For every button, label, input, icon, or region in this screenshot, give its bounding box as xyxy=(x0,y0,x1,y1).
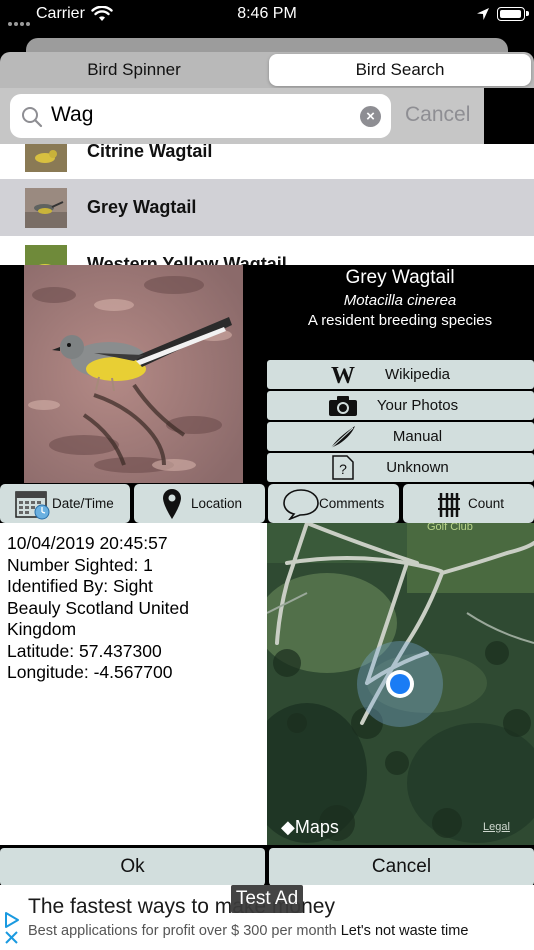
sighting-detail: Grey Wagtail Motacilla cinerea A residen… xyxy=(0,265,534,886)
segment-bird-spinner[interactable]: Bird Spinner xyxy=(2,54,266,86)
tab-count[interactable]: Count xyxy=(403,484,534,523)
list-item-name: Western Yellow Wagtail xyxy=(87,254,287,265)
test-ad-label: Test Ad xyxy=(231,885,303,913)
sighting-place: Beauly Scotland United xyxy=(7,597,189,618)
bird-latin-name: Motacilla cinerea xyxy=(343,292,457,309)
sighting-place-cont: Kingdom xyxy=(7,619,77,639)
location-services-icon xyxy=(477,8,489,20)
status-bar: Carrier 8:46 PM xyxy=(0,0,534,30)
list-item-name: Grey Wagtail xyxy=(87,197,197,217)
calendar-icon xyxy=(15,491,50,520)
sighting-longitude: Longitude: -4.567700 xyxy=(7,662,173,682)
sighting-datetime: 10/04/2019 20:45:57 xyxy=(7,533,168,553)
your-photos-label: Your Photos xyxy=(376,397,459,414)
list-item-selected[interactable]: Grey Wagtail xyxy=(0,179,534,236)
bird-status: A resident breeding species xyxy=(307,312,493,329)
segment-bird-search[interactable]: Bird Search xyxy=(269,54,531,86)
wikipedia-label: Wikipedia xyxy=(384,366,451,383)
screen: Carrier 8:46 PM Bird Spinner Bird Search… xyxy=(0,0,534,950)
bird-common-name: Grey Wagtail xyxy=(345,267,455,288)
clock: 8:46 PM xyxy=(237,5,297,22)
apple-maps-logo: ◆Maps xyxy=(281,817,339,838)
ad-banner[interactable]: The fastest ways to make money Best appl… xyxy=(0,885,534,950)
search-input[interactable]: Wag × xyxy=(10,94,391,138)
sighting-latitude: Latitude: 57.437300 xyxy=(7,640,162,661)
bird-thumbnail xyxy=(25,245,67,265)
search-cancel-button[interactable]: Cancel xyxy=(405,103,470,127)
tab-location-label: Location xyxy=(191,496,243,511)
ad-subtitle-cta: Let's not waste time xyxy=(340,923,469,939)
manual-button[interactable]: Manual xyxy=(267,422,534,451)
segmented-control: Bird Spinner Bird Search xyxy=(0,52,534,88)
tab-comments-label: Comments xyxy=(319,496,385,511)
tab-comments[interactable]: Comments xyxy=(268,484,399,523)
ad-subtitle: Best applications for profit over $ 300 … xyxy=(28,923,468,939)
tab-date-time-label: Date/Time xyxy=(52,496,114,511)
sighting-count: Number Sighted: 1 xyxy=(7,554,153,575)
cancel-button[interactable]: Cancel xyxy=(269,848,534,886)
grey-wagtail-image xyxy=(24,265,243,483)
wikipedia-button[interactable]: W Wikipedia xyxy=(267,360,534,389)
bird-photo[interactable] xyxy=(24,265,243,483)
bird-thumbnail xyxy=(25,144,67,172)
manual-label: Manual xyxy=(392,428,443,445)
search-icon xyxy=(22,107,43,128)
tally-icon xyxy=(438,493,460,517)
your-photos-button[interactable]: Your Photos xyxy=(267,391,534,420)
list-item[interactable]: Western Yellow Wagtail xyxy=(0,236,534,265)
list-item[interactable]: Citrine Wagtail xyxy=(0,144,534,180)
bird-thumbnail xyxy=(25,188,67,228)
tab-date-time[interactable]: Date/Time xyxy=(0,484,130,523)
results-list: Citrine Wagtail Grey Wagtail Western Yel… xyxy=(0,144,534,265)
search-bar: Wag × Cancel xyxy=(0,88,484,144)
map-legal-link[interactable]: Legal xyxy=(483,821,510,833)
unknown-label: Unknown xyxy=(386,459,449,476)
ok-button[interactable]: Ok xyxy=(0,848,265,886)
tab-count-label: Count xyxy=(468,496,505,511)
map-pin-icon xyxy=(163,489,181,519)
list-item-name: Citrine Wagtail xyxy=(87,144,213,161)
sighting-identified-by: Identified By: Sight xyxy=(7,576,153,596)
location-map[interactable]: Golf Club ◆Maps Legal xyxy=(267,523,534,845)
maps-logo-text: Maps xyxy=(294,817,339,837)
clear-search-icon[interactable]: × xyxy=(360,106,381,127)
speech-bubble-icon xyxy=(283,489,319,520)
search-value: Wag xyxy=(51,103,94,126)
satellite-map-image xyxy=(267,523,534,845)
ad-choices-icon[interactable] xyxy=(4,911,20,929)
ad-close-icon[interactable] xyxy=(5,931,18,944)
apple-logo-icon: ◆ xyxy=(281,817,295,837)
battery-icon xyxy=(497,7,529,21)
unknown-button[interactable]: ? Unknown xyxy=(267,453,534,482)
sighting-info: 10/04/2019 20:45:57 Number Sighted: 1 Id… xyxy=(0,523,267,845)
map-place-label: Golf Club xyxy=(427,523,473,533)
tab-location[interactable]: Location xyxy=(134,484,265,523)
ad-subtitle-text: Best applications for profit over $ 300 … xyxy=(28,923,337,939)
